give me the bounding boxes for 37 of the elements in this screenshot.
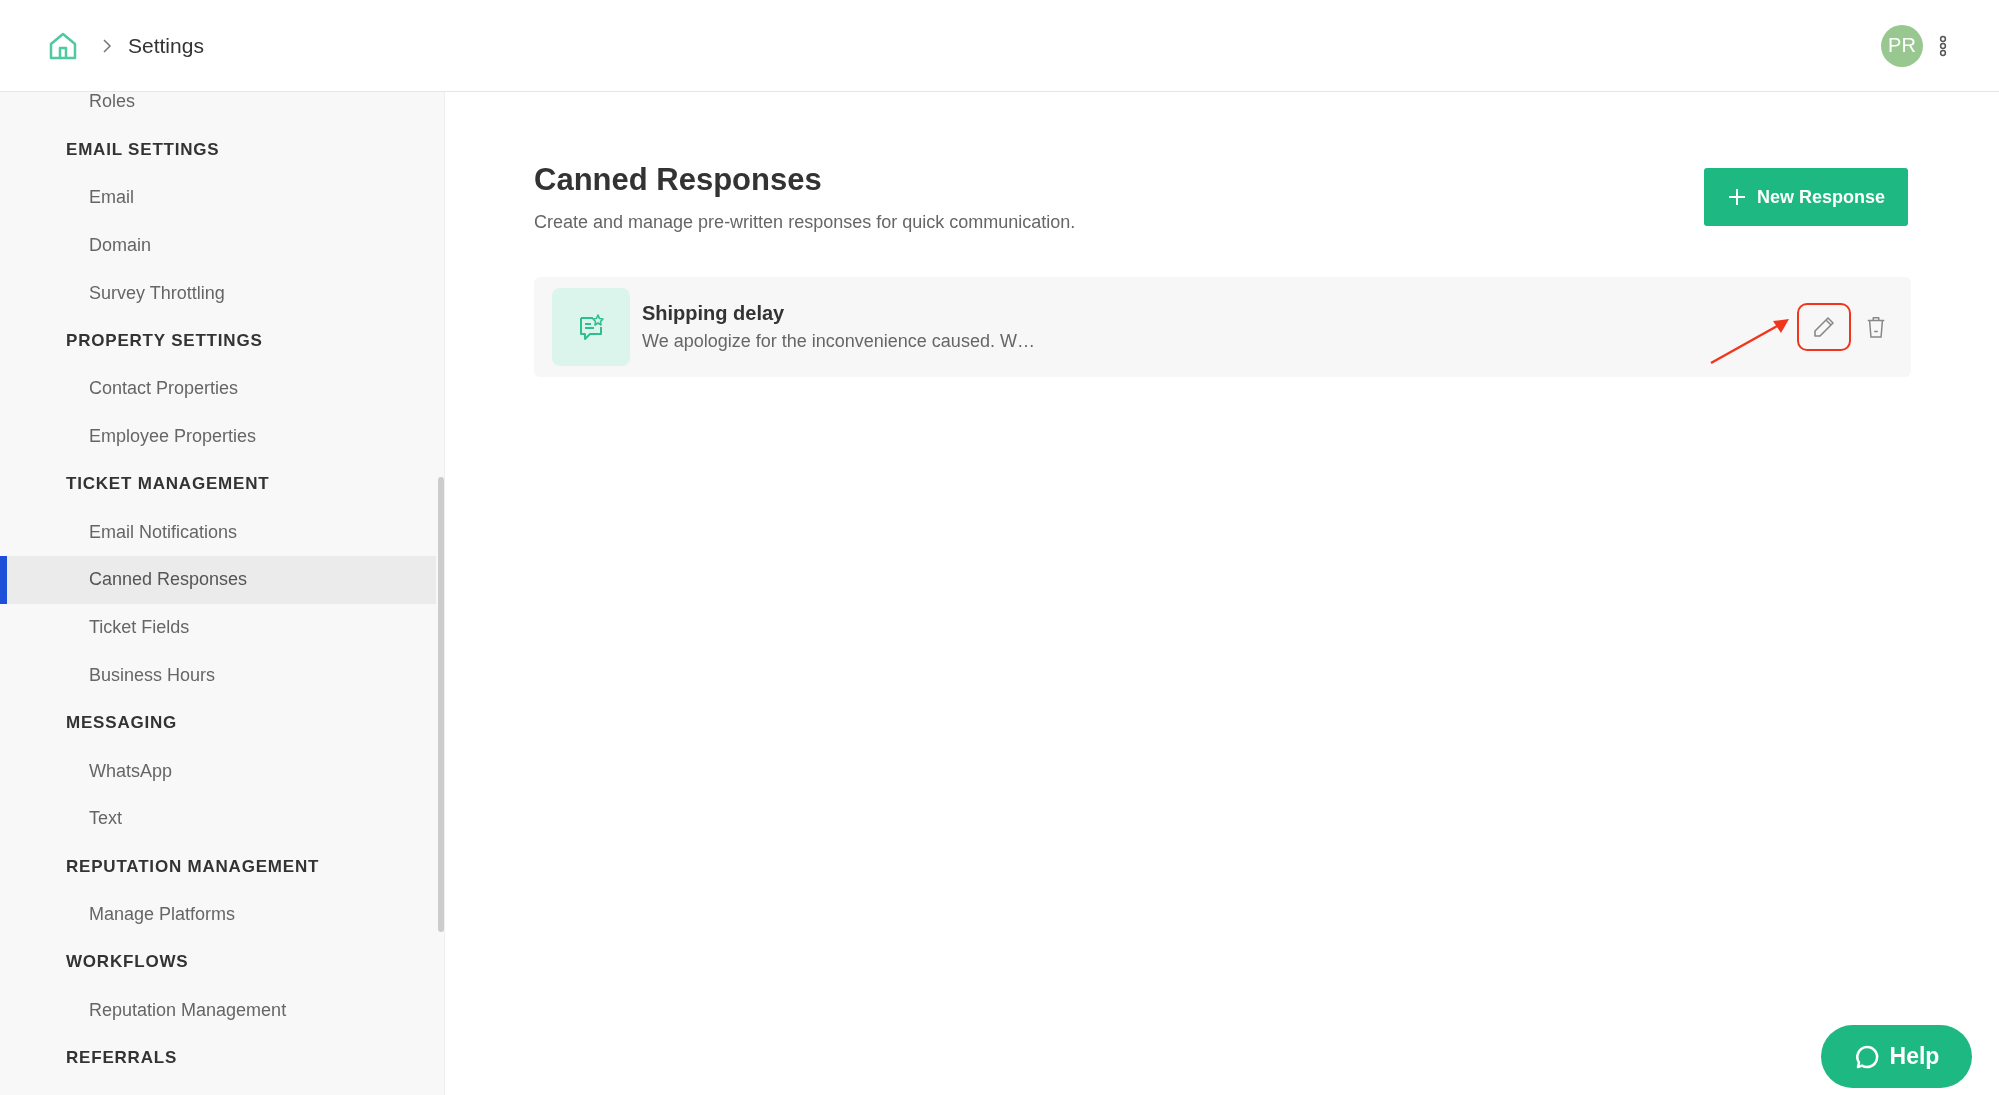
response-preview: We apologize for the inconvenience caused. W… [642,331,1036,352]
home-icon[interactable] [48,30,78,61]
sidebar-heading: REFERRALS [65,1046,179,1069]
chat-bubble-icon [1853,1043,1880,1070]
more-vertical-icon[interactable] [1939,34,1947,57]
sidebar-item[interactable]: Reputation Management [0,986,436,1034]
sidebar-item[interactable]: Ticket Fields [0,603,436,652]
scrollbar-thumb[interactable] [438,477,444,932]
sidebar-heading: PROPERTY SETTINGS [65,329,264,352]
page-subtitle: Create and manage pre-written responses for quick communication. [534,212,1076,233]
sidebar-item[interactable]: Email Notifications [0,508,436,556]
sidebar-heading: REPUTATION MANAGEMENT [65,855,321,878]
sidebar-heading: TICKET MANAGEMENT [65,473,271,496]
sidebar-heading: MESSAGING [65,712,179,735]
sidebar-heading: EMAIL SETTINGS [65,138,221,161]
sidebar-item[interactable]: Contact Properties [0,364,436,413]
sidebar-item[interactable]: Business Hours [0,651,436,700]
sidebar-item[interactable]: Text [0,794,436,843]
sidebar-item[interactable]: Survey Throttling [0,269,436,317]
sidebar-item[interactable]: Canned Responses [0,555,436,604]
sidebar-item[interactable]: Roles [0,92,436,126]
response-card[interactable]: Shipping delay We apologize for the inconvenience caused. W… [534,277,1911,377]
pencil-icon [1812,315,1836,339]
sidebar-item[interactable]: Employee Properties [0,412,436,461]
sidebar-item[interactable]: WhatsApp [0,747,436,795]
chevron-right-icon [102,37,112,54]
sidebar-item[interactable]: Email [0,173,436,222]
response-title: Shipping delay [642,302,786,325]
trash-icon[interactable] [1865,315,1887,339]
chat-bubble-icon [552,288,630,366]
sidebar-heading: WORKFLOWS [65,951,190,974]
sidebar-item[interactable]: Manage Platforms [0,890,436,939]
plus-icon [1726,187,1747,207]
page-title: Canned Responses [534,162,823,198]
sidebar-item[interactable]: Domain [0,221,436,270]
edit-button[interactable] [1797,303,1851,351]
breadcrumb-current: Settings [128,33,204,58]
